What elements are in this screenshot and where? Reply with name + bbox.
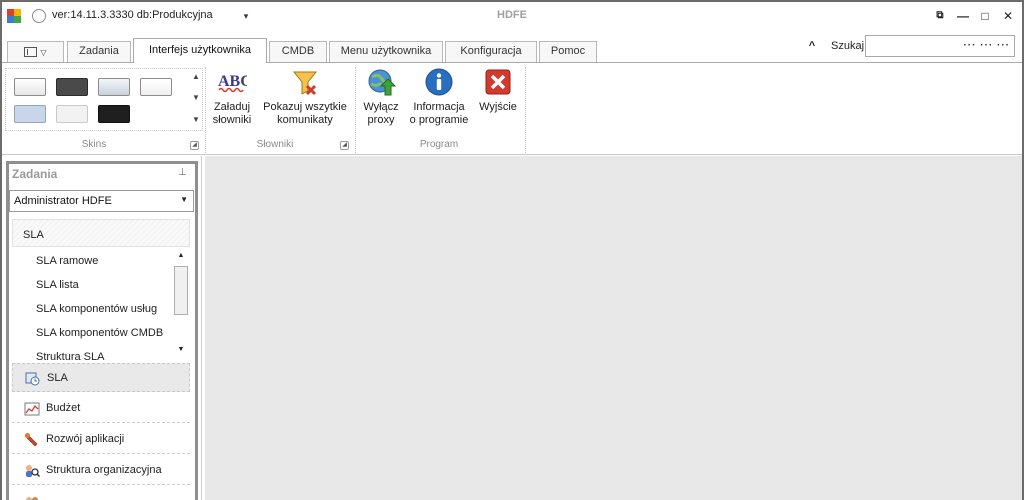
gallery-expand-icon[interactable]: ▼ — [192, 115, 200, 124]
chevron-down-icon[interactable]: ▼ — [180, 195, 188, 204]
exit-icon — [485, 69, 511, 95]
exit-button[interactable]: Wyjście — [476, 67, 520, 114]
search-input[interactable]: ··· ··· ··· — [865, 35, 1015, 57]
nav-button-rozwoj-aplikacji[interactable]: Rozwój aplikacji — [12, 425, 190, 454]
version-label: ver:14.11.3.3330 db:Produkcyjna — [52, 9, 213, 21]
chevron-down-icon: ▽ — [40, 48, 47, 57]
show-all-messages-button[interactable]: Pokazuj wszytkie komunikaty — [260, 67, 350, 127]
about-program-button[interactable]: Informacja o programie — [406, 67, 472, 127]
load-dictionaries-button[interactable]: ABC Załaduj słowniki — [210, 67, 254, 127]
user-select[interactable]: Administrator HDFE ▼ — [9, 190, 194, 212]
skin-swatch-silver[interactable] — [98, 78, 130, 96]
app-menu-icon — [24, 47, 38, 57]
group-label-slowniki: Słowniki — [256, 139, 294, 150]
skins-launcher-icon[interactable]: ◢ — [190, 141, 199, 150]
sla-group-header[interactable]: SLA — [12, 219, 190, 247]
tab-cmdb[interactable]: CMDB — [269, 41, 327, 62]
quick-access-dropdown[interactable]: ▾ — [240, 10, 252, 22]
minimize-button[interactable]: — — [954, 7, 972, 25]
group-separator — [525, 67, 526, 153]
disable-proxy-label-2: proxy — [367, 114, 395, 126]
sla-group-header-label: SLA — [23, 229, 44, 241]
nav-button-budzet[interactable]: Budżet — [12, 394, 190, 423]
list-item[interactable]: Struktura SLA — [36, 351, 104, 360]
search-options-icon[interactable]: ··· ··· ··· — [963, 40, 1010, 51]
nav-button-partial[interactable] — [12, 487, 190, 500]
load-dictionaries-label-2: słowniki — [212, 114, 252, 126]
load-dictionaries-label-1: Załaduj — [213, 101, 251, 113]
group-separator — [355, 67, 356, 153]
skin-swatch-black[interactable] — [98, 105, 130, 123]
skins-gallery[interactable]: ▲ ▼ ▼ — [5, 68, 203, 131]
skin-swatch-dark[interactable] — [56, 78, 88, 96]
list-scrollbar[interactable]: ▲ ▼ — [173, 249, 189, 359]
skin-swatch-blue[interactable] — [14, 105, 46, 123]
globe-arrow-icon — [368, 69, 396, 96]
group-separator — [205, 67, 206, 153]
tab-zadania[interactable]: Zadania — [67, 41, 131, 62]
list-item[interactable]: SLA komponentów usług — [36, 303, 157, 315]
restore-window-icon[interactable]: ⧉ — [931, 7, 949, 25]
nav-button-sla[interactable]: SLA — [12, 363, 190, 392]
show-all-messages-label-1: Pokazuj wszytkie — [263, 101, 347, 113]
navigation-pane-title: Zadania — [12, 167, 58, 181]
list-item[interactable]: SLA ramowe — [36, 255, 98, 267]
scroll-up-icon[interactable]: ▲ — [173, 249, 189, 263]
gallery-scroll-down-icon[interactable]: ▼ — [192, 93, 200, 102]
nav-button-label: Struktura organizacyjna — [46, 464, 162, 476]
app-icon[interactable] — [6, 8, 22, 24]
list-item[interactable]: SLA komponentów CMDB — [36, 327, 163, 339]
slowniki-launcher-icon[interactable]: ◢ — [340, 141, 349, 150]
people-icon — [26, 497, 38, 500]
list-item[interactable]: SLA lista — [36, 279, 79, 291]
funnel-clear-icon — [292, 71, 318, 96]
pin-icon[interactable]: ⊥ — [178, 167, 187, 178]
search-label: Szukaj — [831, 40, 865, 52]
tab-interfejs-uzytkownika[interactable]: Interfejs użytkownika — [133, 38, 267, 63]
spellcheck-icon: ABC — [218, 73, 247, 93]
group-label-skins: Skins — [81, 139, 107, 150]
nav-button-struktura-organizacyjna[interactable]: Struktura organizacyjna — [12, 456, 190, 485]
skin-swatch-light[interactable] — [14, 78, 46, 96]
sla-icon — [25, 372, 40, 386]
nav-button-label: SLA — [47, 372, 68, 384]
group-label-program: Program — [419, 139, 459, 150]
chart-icon — [24, 402, 40, 416]
people-search-icon — [26, 465, 40, 478]
tab-pomoc[interactable]: Pomoc — [539, 41, 597, 62]
collapse-ribbon-icon[interactable]: ^ — [806, 40, 818, 52]
disable-proxy-label-1: Wyłącz — [363, 101, 399, 113]
nav-button-label: Rozwój aplikacji — [46, 433, 125, 445]
info-icon — [425, 68, 453, 96]
exit-label: Wyjście — [479, 101, 517, 113]
gallery-scroll-up-icon[interactable]: ▲ — [192, 72, 200, 81]
about-program-label-1: Informacja — [413, 101, 465, 113]
maximize-button[interactable]: □ — [976, 7, 994, 25]
show-all-messages-label-2: komunikaty — [277, 114, 333, 126]
application-menu-button[interactable]: ▽ — [7, 41, 64, 62]
scrollbar-thumb[interactable] — [174, 266, 188, 315]
close-button[interactable]: ✕ — [999, 7, 1017, 25]
disable-proxy-button[interactable]: Wyłącz proxy — [358, 67, 404, 127]
about-program-label-2: o programie — [409, 114, 469, 126]
user-select-value: Administrator HDFE — [14, 195, 112, 207]
scroll-down-icon[interactable]: ▼ — [173, 343, 189, 357]
status-radio[interactable] — [32, 9, 46, 23]
main-workspace[interactable] — [205, 156, 1022, 500]
tab-menu-uzytkownika[interactable]: Menu użytkownika — [329, 41, 443, 62]
sla-items-list: SLA ramowe SLA lista SLA komponentów usł… — [12, 248, 190, 360]
ribbon-panel: ▲ ▼ ▼ Skins ◢ ABC Załaduj słowniki Pokaz… — [2, 62, 1022, 155]
nav-button-label: Budżet — [46, 402, 81, 414]
skin-swatch-pale[interactable] — [56, 105, 88, 123]
svg-text:ABC: ABC — [218, 73, 247, 90]
tab-konfiguracja[interactable]: Konfiguracja — [445, 41, 537, 62]
skin-swatch-white[interactable] — [140, 78, 172, 96]
wrench-icon — [24, 433, 38, 447]
